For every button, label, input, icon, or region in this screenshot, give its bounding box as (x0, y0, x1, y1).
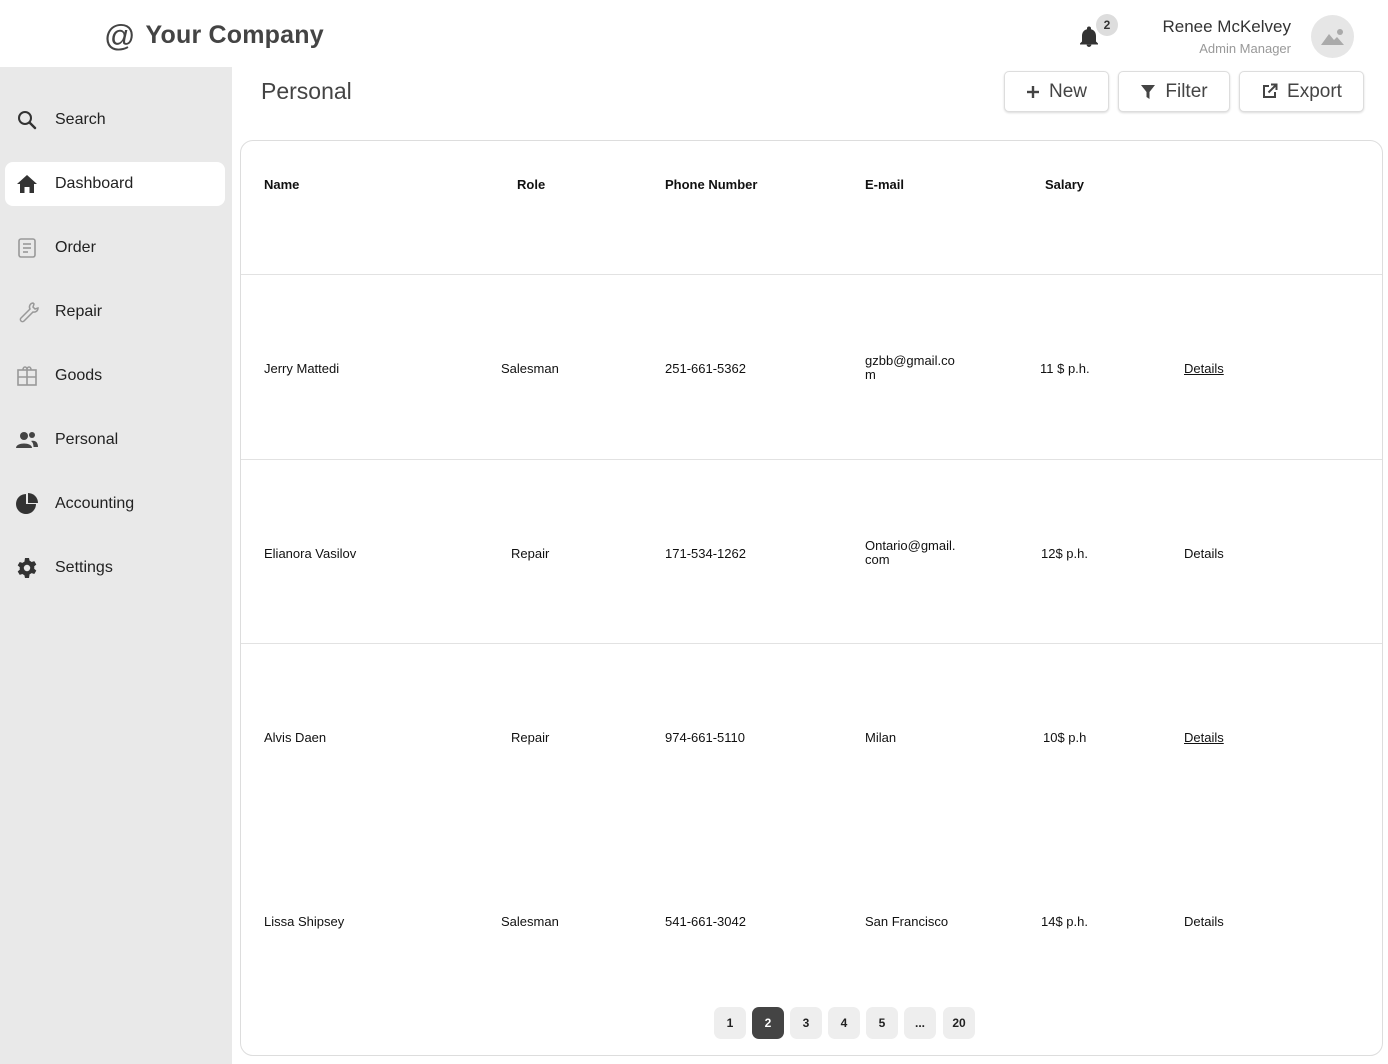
cell-name: Alvis Daen (264, 730, 327, 745)
cell-salary: 11 $ p.h. (1040, 361, 1090, 376)
row-divider (241, 459, 1382, 460)
column-header-salary[interactable]: Salary (1045, 177, 1084, 192)
page-button-3[interactable]: 3 (790, 1007, 822, 1039)
page-button-5[interactable]: 5 (866, 1007, 898, 1039)
column-header-email[interactable]: E-mail (865, 177, 904, 192)
people-icon (16, 432, 38, 448)
cell-name: Lissa Shipsey (264, 914, 345, 929)
filter-icon (1141, 84, 1156, 99)
column-header-name[interactable]: Name (264, 177, 299, 192)
new-button[interactable]: New (1004, 71, 1109, 112)
at-sign-logo-icon: @ (104, 18, 136, 53)
cell-phone: 251-661-5362 (665, 361, 746, 376)
row-divider (241, 274, 1382, 275)
order-icon (18, 238, 36, 258)
details-link[interactable]: Details (1184, 361, 1224, 376)
cell-name: Jerry Mattedi (264, 361, 340, 376)
company-name: Your Company (145, 21, 324, 49)
sidebar: Search Dashboard Order Repair Goods Pers… (0, 67, 232, 1064)
cell-email: Milan (865, 730, 897, 745)
page-title: Personal (261, 78, 352, 104)
cell-role: Repair (511, 546, 550, 561)
cell-role: Repair (511, 730, 550, 745)
cell-phone: 541-661-3042 (665, 914, 746, 929)
details-link[interactable]: Details (1184, 730, 1224, 745)
cell-email: gzbb@gmail.co m (865, 354, 955, 382)
column-header-role[interactable]: Role (517, 177, 545, 192)
cell-phone: 171-534-1262 (665, 546, 746, 561)
cell-salary: 12$ p.h. (1041, 546, 1088, 561)
sidebar-item-dashboard[interactable]: Dashboard (5, 162, 225, 206)
avatar[interactable] (1311, 15, 1354, 58)
personal-table: Name Role Phone Number E-mail Salary Jer… (240, 140, 1383, 1056)
goods-icon (17, 366, 37, 386)
company-logo[interactable]: @ Your Company (104, 20, 324, 51)
filter-button-label: Filter (1165, 80, 1208, 102)
page-button-20[interactable]: 20 (943, 1007, 975, 1039)
image-placeholder-icon (1320, 28, 1344, 45)
sidebar-item-accounting[interactable]: Accounting (5, 482, 225, 526)
sidebar-item-settings[interactable]: Settings (5, 546, 225, 590)
cell-name: Elianora Vasilov (264, 546, 357, 561)
sidebar-item-repair[interactable]: Repair (5, 290, 225, 334)
cell-email-line: gzbb@gmail.co (865, 353, 955, 368)
cell-email-line: m (865, 367, 876, 382)
sidebar-item-label: Personal (55, 431, 119, 448)
cell-email: San Francisco (865, 914, 949, 929)
cell-email-line: com (865, 552, 890, 567)
sidebar-item-label: Repair (55, 303, 103, 320)
sidebar-item-label: Order (55, 239, 96, 256)
column-header-phone[interactable]: Phone Number (665, 177, 757, 192)
sidebar-item-goods[interactable]: Goods (5, 354, 225, 398)
cell-role: Salesman (501, 914, 559, 929)
row-divider (241, 643, 1382, 644)
sidebar-item-label: Accounting (55, 495, 135, 512)
sidebar-item-label: Settings (55, 559, 113, 576)
plus-icon (1026, 85, 1039, 98)
external-link-icon (1263, 83, 1278, 98)
sidebar-item-search[interactable]: Search (5, 98, 225, 142)
sidebar-item-label: Dashboard (55, 175, 134, 192)
sidebar-item-personal[interactable]: Personal (5, 418, 225, 462)
user-name: Renee McKelvey (1162, 17, 1291, 36)
cell-salary: 10$ p.h (1043, 730, 1087, 745)
top-bar: @ Your Company 2 Renee McKelvey Admin Ma… (0, 0, 1388, 67)
home-icon (17, 175, 37, 193)
pie-chart-icon (16, 493, 38, 514)
wrench-icon (19, 302, 39, 323)
sidebar-item-label: Search (55, 111, 106, 128)
details-link[interactable]: Details (1184, 546, 1224, 561)
page-ellipsis[interactable]: ... (904, 1007, 936, 1039)
cell-phone: 974-661-5110 (665, 730, 745, 745)
details-link[interactable]: Details (1184, 914, 1224, 929)
notification-badge: 2 (1096, 14, 1118, 36)
sidebar-item-order[interactable]: Order (5, 226, 225, 270)
export-button-label: Export (1287, 80, 1342, 102)
page-button-2[interactable]: 2 (752, 1007, 784, 1039)
user-role: Admin Manager (1199, 41, 1291, 56)
export-button[interactable]: Export (1239, 71, 1364, 112)
cell-email-line: Ontario@gmail. (865, 538, 956, 553)
main-content: Personal New Filter Export Name Role Pho… (232, 67, 1388, 1064)
pagination: 1 2 3 4 5 ... 20 (241, 1007, 1382, 1041)
search-icon (18, 111, 37, 130)
cell-salary: 14$ p.h. (1041, 914, 1088, 929)
cell-role: Salesman (501, 361, 559, 376)
gear-icon (17, 558, 37, 578)
page-button-1[interactable]: 1 (714, 1007, 746, 1039)
new-button-label: New (1048, 80, 1087, 102)
filter-button[interactable]: Filter (1118, 71, 1230, 112)
page-button-4[interactable]: 4 (828, 1007, 860, 1039)
sidebar-item-label: Goods (55, 367, 103, 384)
cell-email: Ontario@gmail. com (865, 539, 956, 567)
